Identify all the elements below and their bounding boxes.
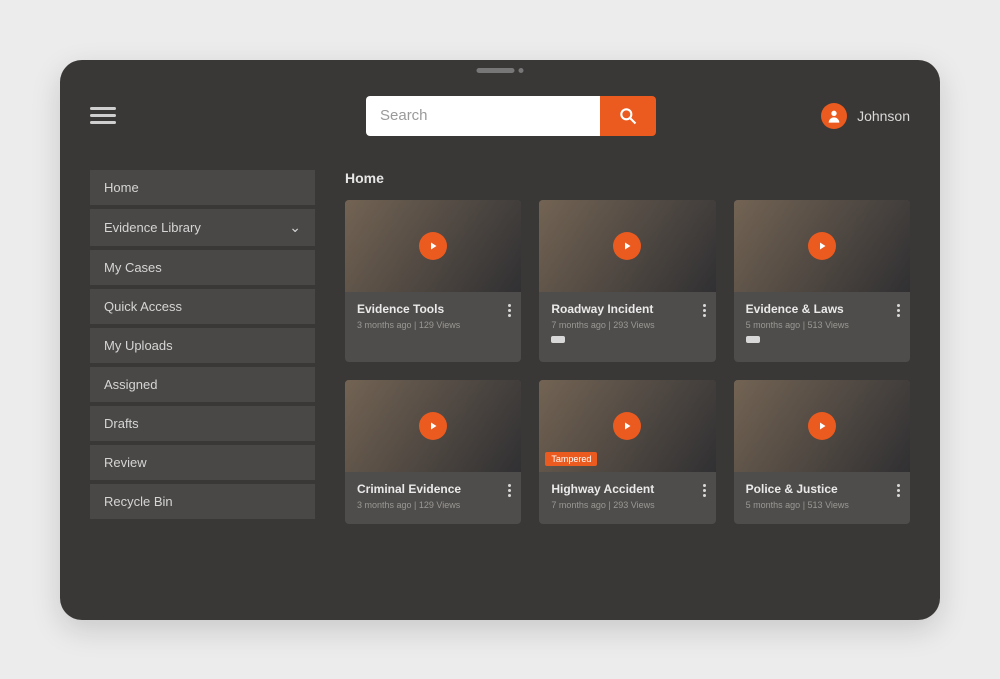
- video-thumbnail[interactable]: Tampered: [539, 380, 715, 472]
- more-icon[interactable]: [701, 302, 708, 319]
- sidebar-item-label: Review: [104, 455, 147, 470]
- card-body: Evidence & Laws 5 months ago | 513 Views: [734, 292, 910, 362]
- video-thumbnail[interactable]: [539, 200, 715, 292]
- video-grid: Evidence Tools 3 months ago | 129 Views Ro…: [345, 200, 910, 524]
- play-icon: [419, 412, 447, 440]
- sidebar-item-assigned[interactable]: Assigned: [90, 367, 315, 402]
- card-meta: 3 months ago | 129 Views: [357, 500, 509, 510]
- card-views: 293 Views: [613, 500, 654, 510]
- play-icon: [808, 232, 836, 260]
- play-icon: [613, 232, 641, 260]
- chevron-down-icon: ⌄: [289, 219, 301, 236]
- sidebar-item-review[interactable]: Review: [90, 445, 315, 480]
- play-icon: [808, 412, 836, 440]
- sidebar-item-my-uploads[interactable]: My Uploads: [90, 328, 315, 363]
- card-body: Roadway Incident 7 months ago | 293 Views: [539, 292, 715, 362]
- avatar: [821, 103, 847, 129]
- more-icon[interactable]: [895, 482, 902, 499]
- menu-icon[interactable]: [90, 107, 116, 124]
- card-views: 513 Views: [808, 500, 849, 510]
- device-speaker: [477, 68, 524, 73]
- sidebar-item-label: My Cases: [104, 260, 162, 275]
- sidebar-item-my-cases[interactable]: My Cases: [90, 250, 315, 285]
- video-card[interactable]: Criminal Evidence 3 months ago | 129 View…: [345, 380, 521, 524]
- card-age: 7 months ago: [551, 320, 606, 330]
- search-input[interactable]: [366, 96, 600, 136]
- card-meta: 7 months ago | 293 Views: [551, 500, 703, 510]
- card-title: Criminal Evidence: [357, 482, 509, 496]
- sidebar-item-recycle-bin[interactable]: Recycle Bin: [90, 484, 315, 519]
- more-icon[interactable]: [701, 482, 708, 499]
- video-card[interactable]: Police & Justice 5 months ago | 513 Views: [734, 380, 910, 524]
- user-name: Johnson: [857, 108, 910, 124]
- video-thumbnail[interactable]: [345, 200, 521, 292]
- video-card[interactable]: Roadway Incident 7 months ago | 293 Views: [539, 200, 715, 362]
- more-icon[interactable]: [506, 302, 513, 319]
- app-frame: Johnson Home Evidence Library ⌄ My Cases Qui…: [60, 60, 940, 620]
- video-thumbnail[interactable]: [345, 380, 521, 472]
- sidebar-item-label: Home: [104, 180, 139, 195]
- play-icon: [419, 232, 447, 260]
- sidebar-item-quick-access[interactable]: Quick Access: [90, 289, 315, 324]
- video-card[interactable]: Evidence & Laws 5 months ago | 513 Views: [734, 200, 910, 362]
- sidebar-item-label: Drafts: [104, 416, 139, 431]
- card-meta: 5 months ago | 513 Views: [746, 500, 898, 510]
- user-chip[interactable]: Johnson: [821, 103, 910, 129]
- card-views: 129 Views: [419, 320, 460, 330]
- sidebar-item-label: Evidence Library: [104, 220, 201, 235]
- video-card[interactable]: Tampered Highway Accident 7 months ago | 2…: [539, 380, 715, 524]
- main-panel: Home Evidence Tools 3 months ago | 129 Vi…: [345, 170, 910, 600]
- sidebar-item-label: My Uploads: [104, 338, 173, 353]
- card-views: 293 Views: [613, 320, 654, 330]
- card-body: Police & Justice 5 months ago | 513 Views: [734, 472, 910, 524]
- sidebar-item-label: Quick Access: [104, 299, 182, 314]
- card-body: Criminal Evidence 3 months ago | 129 View…: [345, 472, 521, 524]
- search-box: [366, 96, 656, 136]
- content-area: Home Evidence Library ⌄ My Cases Quick Acces…: [90, 170, 910, 600]
- badge-pill: [746, 336, 760, 343]
- card-age: 5 months ago: [746, 500, 801, 510]
- sidebar-item-label: Recycle Bin: [104, 494, 173, 509]
- card-views: 513 Views: [808, 320, 849, 330]
- more-icon[interactable]: [895, 302, 902, 319]
- card-age: 3 months ago: [357, 500, 412, 510]
- video-thumbnail[interactable]: [734, 200, 910, 292]
- search-icon: [618, 106, 638, 126]
- card-title: Roadway Incident: [551, 302, 703, 316]
- card-title: Evidence & Laws: [746, 302, 898, 316]
- sidebar-item-evidence-library[interactable]: Evidence Library ⌄: [90, 209, 315, 246]
- card-views: 129 Views: [419, 500, 460, 510]
- card-meta: 3 months ago | 129 Views: [357, 320, 509, 330]
- page-title: Home: [345, 170, 910, 186]
- card-age: 3 months ago: [357, 320, 412, 330]
- card-meta: 5 months ago | 513 Views: [746, 320, 898, 330]
- sidebar-item-label: Assigned: [104, 377, 157, 392]
- play-icon: [613, 412, 641, 440]
- card-title: Highway Accident: [551, 482, 703, 496]
- card-age: 5 months ago: [746, 320, 801, 330]
- card-body: Evidence Tools 3 months ago | 129 Views: [345, 292, 521, 344]
- badge-pill: [551, 336, 565, 343]
- card-body: Highway Accident 7 months ago | 293 Views: [539, 472, 715, 524]
- search-button[interactable]: [600, 96, 656, 136]
- top-bar: Johnson: [60, 92, 940, 140]
- video-thumbnail[interactable]: [734, 380, 910, 472]
- video-card[interactable]: Evidence Tools 3 months ago | 129 Views: [345, 200, 521, 362]
- sidebar: Home Evidence Library ⌄ My Cases Quick Acces…: [90, 170, 315, 600]
- status-badge: Tampered: [545, 452, 597, 466]
- user-icon: [826, 108, 842, 124]
- sidebar-item-drafts[interactable]: Drafts: [90, 406, 315, 441]
- card-age: 7 months ago: [551, 500, 606, 510]
- more-icon[interactable]: [506, 482, 513, 499]
- sidebar-item-home[interactable]: Home: [90, 170, 315, 205]
- card-title: Evidence Tools: [357, 302, 509, 316]
- card-title: Police & Justice: [746, 482, 898, 496]
- card-meta: 7 months ago | 293 Views: [551, 320, 703, 330]
